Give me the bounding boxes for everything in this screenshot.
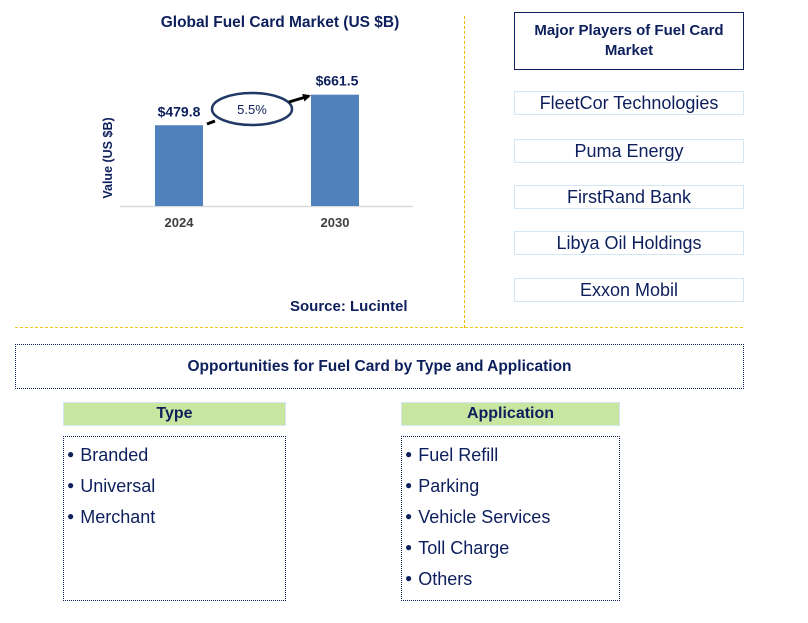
horizontal-divider [15,327,743,328]
bullet-icon: ● [67,509,75,523]
application-list: ● Fuel Refill ● Parking ● Vehicle Services … [401,436,620,601]
type-item: ● Branded [67,445,149,465]
player-item: Puma Energy [514,139,744,163]
type-item: ● Merchant [67,507,156,527]
bullet-icon: ● [405,509,413,523]
bullet-icon: ● [405,571,413,585]
application-item: ● Fuel Refill [405,445,499,465]
bar-2024 [155,125,203,206]
x-tick-label: 2024 [165,215,195,230]
bullet-icon: ● [67,478,75,492]
bar-chart: Value (US $B) $479.8 2024 $661.5 2030 5.5% [101,73,413,230]
opportunities-title: Opportunities for Fuel Card by Type and … [15,344,744,389]
application-item: ● Parking [405,476,480,496]
bullet-icon: ● [405,447,413,461]
player-item: Exxon Mobil [514,278,744,302]
application-item: ● Vehicle Services [405,507,551,527]
players-header: Major Players of Fuel Card Market [514,12,744,70]
player-item: Libya Oil Holdings [514,231,744,255]
cagr-label: 5.5% [237,102,267,117]
bullet-icon: ● [67,447,75,461]
cagr-arrow-in [206,119,216,126]
type-header: Type [63,402,286,426]
source-label: Source: Lucintel [290,298,408,315]
type-list: ● Branded ● Universal ● Merchant [63,436,286,601]
vertical-divider [464,16,465,328]
application-header: Application [401,402,620,426]
bullet-icon: ● [405,478,413,492]
cagr-arrow-out [288,93,311,104]
data-label-2024: $479.8 [158,103,201,119]
player-item: FleetCor Technologies [514,91,744,115]
bar-2030 [311,94,359,206]
application-item: ● Toll Charge [405,538,510,558]
player-item: FirstRand Bank [514,185,744,209]
bullet-icon: ● [405,540,413,554]
application-item: ● Others [405,569,473,589]
y-axis-label: Value (US $B) [101,117,115,198]
data-label-2030: $661.5 [316,73,359,89]
type-item: ● Universal [67,476,156,496]
x-tick-label: 2030 [321,215,350,230]
